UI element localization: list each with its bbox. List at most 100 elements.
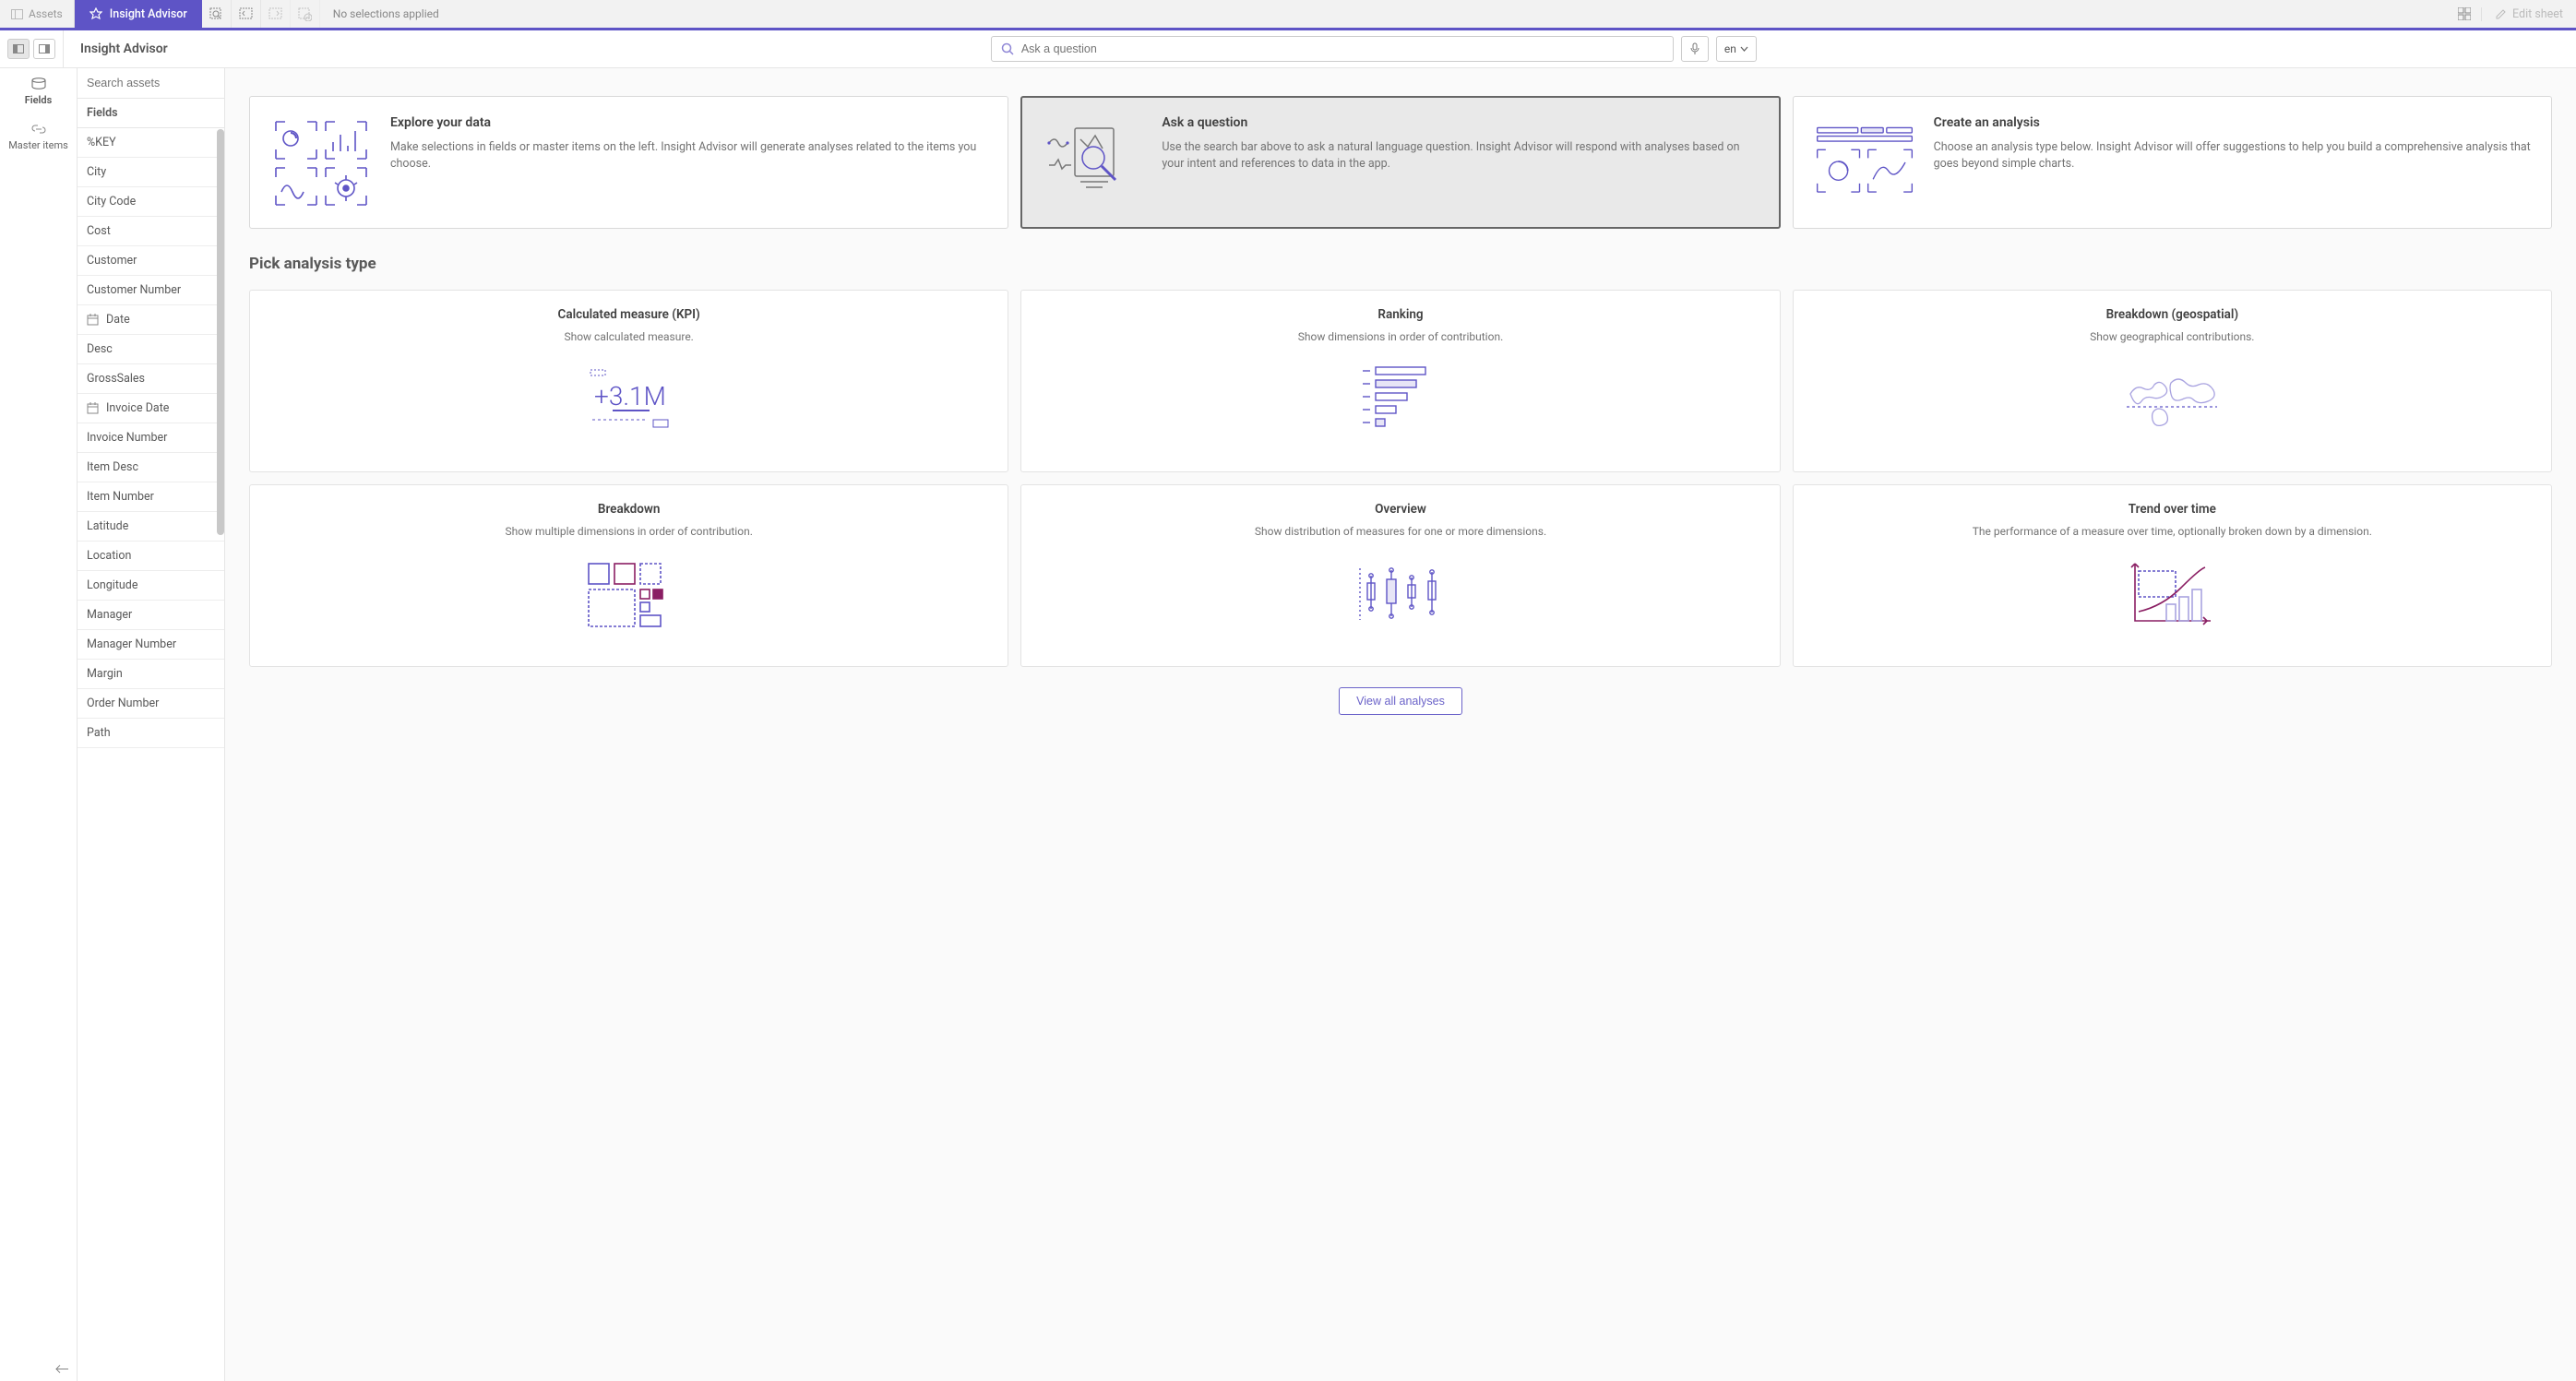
question-search-box[interactable] xyxy=(991,36,1674,62)
field-label: Order Number xyxy=(87,696,159,710)
step-forward-icon xyxy=(268,7,282,21)
language-dropdown[interactable]: en xyxy=(1716,36,1757,62)
ranking-illustration xyxy=(1040,345,1760,457)
collapse-rail-button[interactable] xyxy=(54,1364,69,1374)
field-row[interactable]: Margin xyxy=(78,660,224,689)
smart-search-icon xyxy=(209,7,223,21)
field-row[interactable]: Path xyxy=(78,719,224,748)
show-left-panel-toggle[interactable] xyxy=(7,39,30,59)
analysis-card-ranking[interactable]: Ranking Show dimensions in order of cont… xyxy=(1020,290,1780,472)
view-all-analyses-button[interactable]: View all analyses xyxy=(1339,687,1462,715)
analysis-card-breakdown[interactable]: Breakdown Show multiple dimensions in or… xyxy=(249,484,1008,667)
nav-fields-label: Fields xyxy=(25,94,53,106)
field-label: Item Desc xyxy=(87,460,138,474)
field-label: Location xyxy=(87,549,131,563)
show-right-panel-toggle[interactable] xyxy=(33,39,55,59)
analysis-card-geo[interactable]: Breakdown (geospatial) Show geographical… xyxy=(1793,290,2552,472)
sheet-grid-button[interactable] xyxy=(2448,7,2481,20)
field-row[interactable]: Customer xyxy=(78,246,224,276)
field-row[interactable]: Manager xyxy=(78,601,224,630)
collapse-icon xyxy=(54,1364,69,1374)
hero-card-explore[interactable]: Explore your data Make selections in fie… xyxy=(249,96,1008,229)
analysis-geo-desc: Show geographical contributions. xyxy=(1812,329,2533,345)
field-row[interactable]: City Code xyxy=(78,187,224,217)
page-title: Insight Advisor xyxy=(64,42,185,56)
field-row[interactable]: Longitude xyxy=(78,571,224,601)
hero-create-title: Create an analysis xyxy=(1934,115,2531,130)
field-row[interactable]: Manager Number xyxy=(78,630,224,660)
kpi-illustration: +3.1M xyxy=(268,345,989,457)
voice-input-button[interactable] xyxy=(1681,36,1709,62)
no-selections-text: No selections applied xyxy=(320,0,452,28)
advisor-header-bar: Insight Advisor en xyxy=(0,30,2576,68)
hero-ask-title: Ask a question xyxy=(1162,115,1759,130)
chevron-down-icon xyxy=(1740,46,1748,52)
fields-header: Fields xyxy=(78,99,224,128)
geo-illustration xyxy=(1812,345,2533,457)
selection-tool-step-back[interactable] xyxy=(232,0,261,28)
field-row[interactable]: Location xyxy=(78,542,224,571)
field-label: Cost xyxy=(87,224,111,238)
field-label: Invoice Number xyxy=(87,431,167,445)
advisor-icon xyxy=(89,7,102,20)
field-label: Item Number xyxy=(87,490,154,504)
breakdown-illustration xyxy=(268,540,989,651)
hero-row: Explore your data Make selections in fie… xyxy=(249,96,2552,229)
nav-master-items[interactable]: Master items xyxy=(0,113,77,159)
question-input[interactable] xyxy=(1021,42,1664,55)
insight-advisor-tab[interactable]: Insight Advisor xyxy=(75,0,202,28)
field-row[interactable]: Customer Number xyxy=(78,276,224,305)
analysis-geo-title: Breakdown (geospatial) xyxy=(1812,307,2533,322)
field-row[interactable]: Order Number xyxy=(78,689,224,719)
field-row[interactable]: Invoice Date xyxy=(78,394,224,423)
asset-search-input[interactable] xyxy=(87,77,215,89)
analysis-kpi-desc: Show calculated measure. xyxy=(268,329,989,345)
nav-fields[interactable]: Fields xyxy=(0,68,77,113)
field-row[interactable]: Desc xyxy=(78,335,224,364)
nav-master-items-label: Master items xyxy=(8,139,68,151)
panel-toggle-group xyxy=(0,30,64,67)
analysis-card-overview[interactable]: Overview Show distribution of measures f… xyxy=(1020,484,1780,667)
hero-explore-title: Explore your data xyxy=(390,115,987,130)
advisor-tab-label: Insight Advisor xyxy=(110,7,187,21)
field-row[interactable]: Latitude xyxy=(78,512,224,542)
edit-sheet-button: Edit sheet xyxy=(2481,7,2576,21)
analysis-breakdown-title: Breakdown xyxy=(268,502,989,517)
field-label: Date xyxy=(106,313,130,327)
panel-icon xyxy=(11,9,23,19)
link-icon xyxy=(31,123,46,136)
create-illustration xyxy=(1814,115,1915,209)
field-label: GrossSales xyxy=(87,372,145,386)
hero-ask-desc: Use the search bar above to ask a natura… xyxy=(1162,139,1759,173)
field-row[interactable]: Cost xyxy=(78,217,224,246)
grid-icon xyxy=(2458,7,2471,20)
field-row[interactable]: Item Desc xyxy=(78,453,224,482)
field-label: City Code xyxy=(87,195,136,208)
field-label: Longitude xyxy=(87,578,137,592)
selection-tool-clear xyxy=(291,0,320,28)
ask-illustration xyxy=(1042,115,1143,209)
field-label: Manager Number xyxy=(87,637,176,651)
analysis-card-trend[interactable]: Trend over time The performance of a mea… xyxy=(1793,484,2552,667)
calendar-icon xyxy=(87,402,99,414)
field-row[interactable]: Item Number xyxy=(78,482,224,512)
hero-create-desc: Choose an analysis type below. Insight A… xyxy=(1934,139,2531,173)
analysis-card-kpi[interactable]: Calculated measure (KPI) Show calculated… xyxy=(249,290,1008,472)
selection-tool-smart[interactable] xyxy=(202,0,232,28)
hero-card-ask[interactable]: Ask a question Use the search bar above … xyxy=(1020,96,1780,229)
left-nav-rail: Fields Master items xyxy=(0,68,78,1381)
field-row[interactable]: GrossSales xyxy=(78,364,224,394)
svg-text:+3.1M: +3.1M xyxy=(594,381,666,411)
main-canvas: Explore your data Make selections in fie… xyxy=(225,68,2576,1381)
overview-illustration xyxy=(1040,540,1760,651)
analysis-trend-title: Trend over time xyxy=(1812,502,2533,517)
scrollbar-thumb[interactable] xyxy=(217,129,224,535)
field-row[interactable]: Invoice Number xyxy=(78,423,224,453)
field-row[interactable]: City xyxy=(78,158,224,187)
field-row[interactable]: %KEY xyxy=(78,128,224,158)
clear-selections-icon xyxy=(298,7,312,21)
database-icon xyxy=(30,77,47,90)
analysis-ranking-title: Ranking xyxy=(1040,307,1760,322)
field-row[interactable]: Date xyxy=(78,305,224,335)
hero-card-create[interactable]: Create an analysis Choose an analysis ty… xyxy=(1793,96,2552,229)
